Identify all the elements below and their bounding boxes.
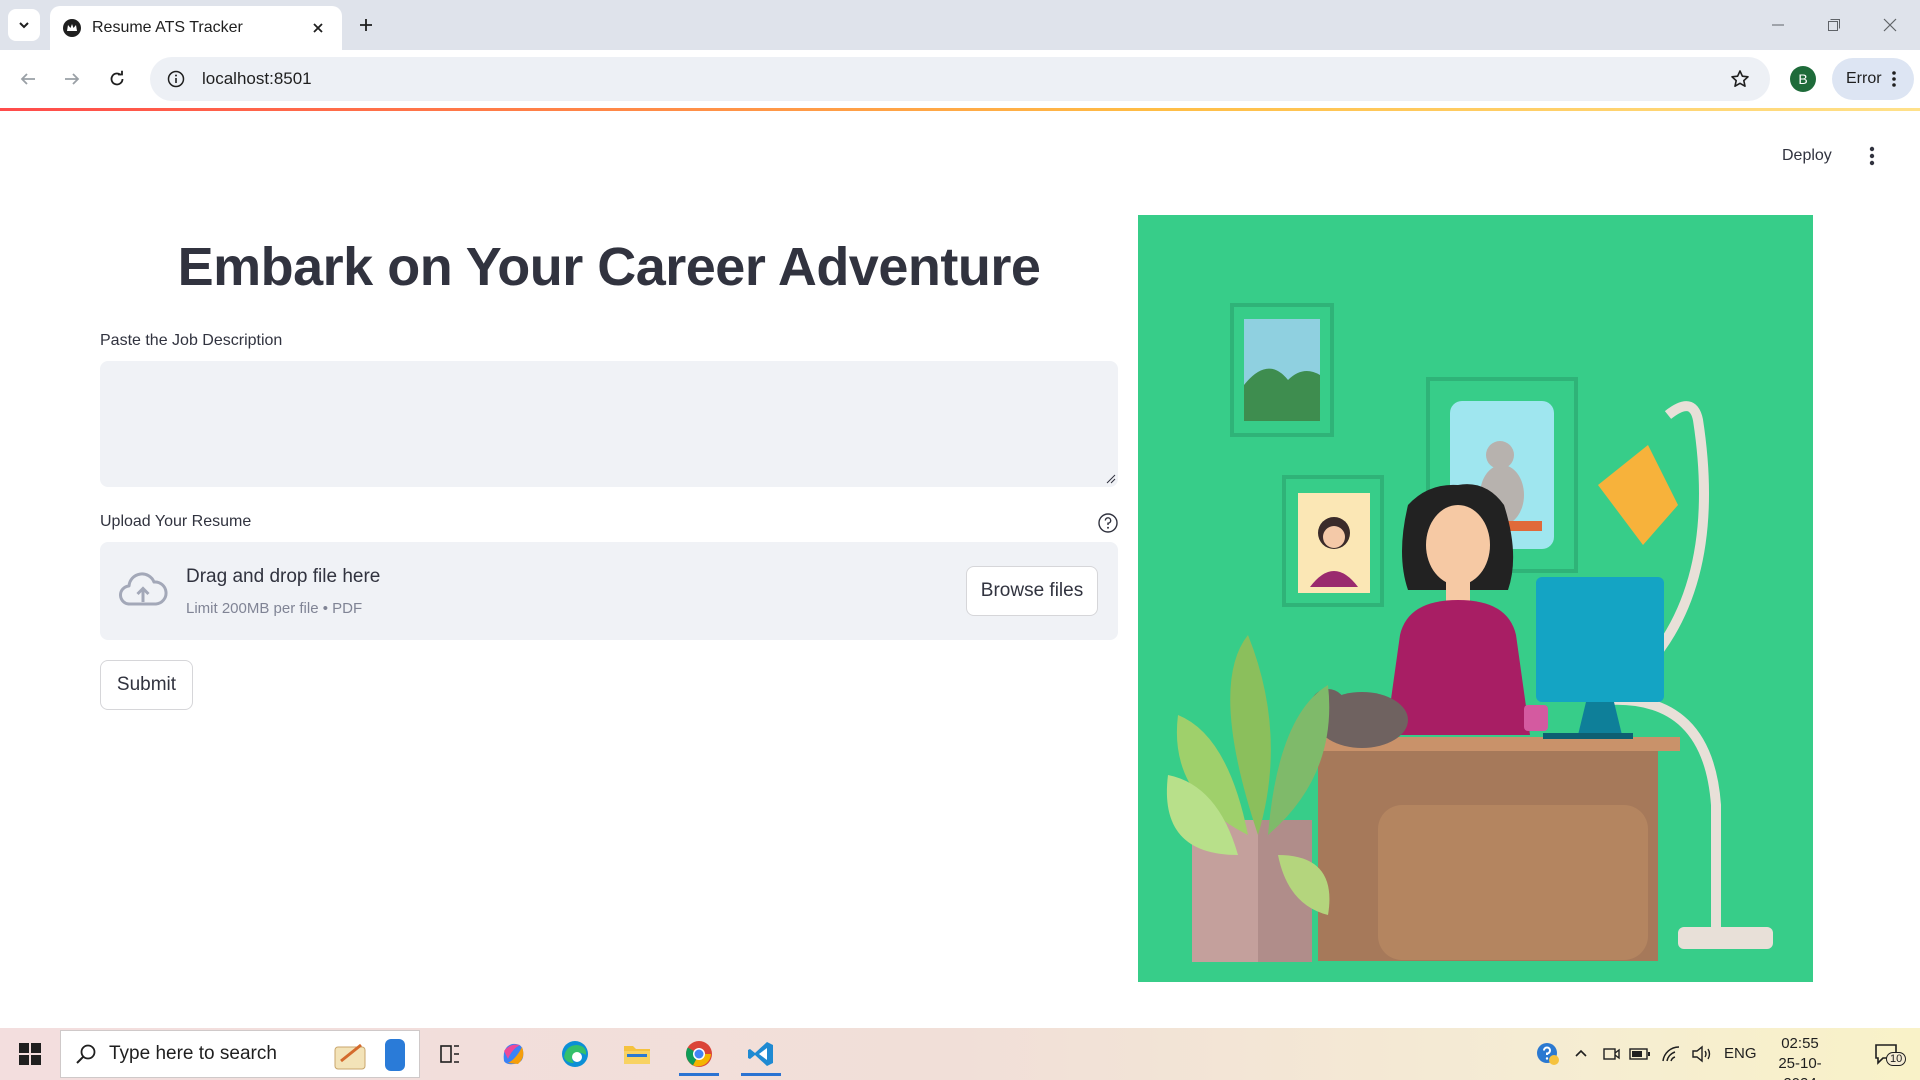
- help-icon[interactable]: [1097, 512, 1119, 534]
- kebab-menu-icon: [1869, 146, 1875, 166]
- woman-at-desk-illustration: [1166, 303, 1773, 962]
- new-tab-button[interactable]: [352, 11, 380, 39]
- file-dropzone[interactable]: Drag and drop file here Limit 200MB per …: [100, 542, 1118, 640]
- upload-resume-label: Upload Your Resume: [100, 513, 252, 530]
- vscode-icon: [748, 1042, 773, 1066]
- career-illustration: [1138, 215, 1813, 982]
- header-decoration-bar: [0, 108, 1920, 111]
- address-bar[interactable]: localhost:8501: [150, 57, 1770, 101]
- reload-icon: [110, 70, 124, 86]
- taskbar: Type here to search ENG 02:55 25-10-2024: [0, 1028, 1920, 1080]
- wifi-icon[interactable]: [1660, 1042, 1684, 1066]
- battery-icon[interactable]: [1628, 1042, 1652, 1066]
- tab-close-icon[interactable]: [306, 16, 330, 40]
- arrow-right-icon: [65, 73, 80, 85]
- task-view-button[interactable]: [426, 1032, 474, 1076]
- cloud-upload-icon: [119, 572, 168, 606]
- search-icon: [76, 1044, 96, 1064]
- clock-time: 02:55: [1781, 1035, 1819, 1052]
- submit-button[interactable]: Submit: [100, 660, 193, 710]
- edge-app[interactable]: [551, 1032, 599, 1076]
- tab-search-button[interactable]: [8, 9, 40, 41]
- search-highlight-icon: [334, 1039, 405, 1071]
- folder-icon: [624, 1046, 650, 1064]
- arrow-left-icon: [20, 73, 35, 85]
- browser-tab[interactable]: Resume ATS Tracker: [50, 6, 342, 50]
- resize-grip-icon[interactable]: [1104, 472, 1116, 484]
- minimize-icon: [1772, 24, 1784, 26]
- start-button[interactable]: [10, 1036, 50, 1072]
- forward-button[interactable]: [56, 63, 88, 95]
- dropzone-limit: Limit 200MB per file • PDF: [186, 600, 363, 617]
- notification-count: 10: [1886, 1052, 1907, 1066]
- restore-button[interactable]: [1814, 10, 1854, 40]
- volume-icon[interactable]: [1690, 1042, 1714, 1066]
- streamlit-crown-icon: [63, 19, 81, 37]
- copilot-app[interactable]: [489, 1032, 537, 1076]
- close-window-button[interactable]: [1870, 10, 1910, 40]
- kebab-menu-icon: [1891, 71, 1896, 87]
- page-title: Embark on Your Career Adventure: [177, 237, 1041, 297]
- tab-title: Resume ATS Tracker: [92, 19, 243, 36]
- taskbar-search[interactable]: Type here to search: [60, 1030, 420, 1078]
- vscode-app[interactable]: [737, 1032, 785, 1076]
- browse-files-button[interactable]: Browse files: [966, 566, 1098, 616]
- main-menu-button[interactable]: [1856, 140, 1888, 172]
- copilot-icon: [503, 1043, 524, 1065]
- edge-icon: [562, 1041, 588, 1067]
- job-description-label: Paste the Job Description: [100, 332, 283, 349]
- back-button[interactable]: [12, 63, 44, 95]
- error-label: Error: [1846, 70, 1882, 87]
- search-placeholder: Type here to search: [109, 1043, 277, 1064]
- site-info-icon[interactable]: [160, 63, 192, 95]
- browser-toolbar: localhost:8501 B Error: [0, 50, 1920, 108]
- chrome-app[interactable]: [675, 1032, 723, 1076]
- windows-logo-icon: [19, 1043, 41, 1065]
- job-description-textarea[interactable]: [100, 361, 1118, 487]
- profile-avatar[interactable]: B: [1790, 66, 1816, 92]
- close-icon: [1883, 18, 1897, 32]
- minimize-button[interactable]: [1758, 10, 1798, 40]
- error-chip[interactable]: Error: [1832, 58, 1914, 100]
- chevron-up-icon[interactable]: [1570, 1042, 1592, 1066]
- bookmark-star-icon[interactable]: [1722, 61, 1758, 97]
- deploy-button[interactable]: Deploy: [1770, 140, 1844, 172]
- url-text: localhost:8501: [202, 69, 312, 88]
- plus-icon: [360, 19, 372, 31]
- language-indicator[interactable]: ENG: [1724, 1045, 1757, 1062]
- restore-icon: [1828, 19, 1840, 31]
- notifications-button[interactable]: 10: [1866, 1038, 1907, 1070]
- chevron-down-icon: [19, 22, 29, 29]
- dropzone-title: Drag and drop file here: [186, 566, 381, 587]
- meet-now-icon[interactable]: [1600, 1042, 1622, 1066]
- reload-button[interactable]: [101, 63, 133, 95]
- system-clock[interactable]: 02:55 25-10-2024: [1762, 1034, 1838, 1080]
- clock-date: 25-10-2024: [1778, 1055, 1822, 1080]
- chrome-icon: [686, 1041, 712, 1067]
- browser-tab-strip: Resume ATS Tracker: [0, 0, 1920, 50]
- file-explorer-app[interactable]: [613, 1032, 661, 1076]
- task-view-icon: [440, 1045, 459, 1063]
- help-tray-icon[interactable]: [1534, 1042, 1562, 1066]
